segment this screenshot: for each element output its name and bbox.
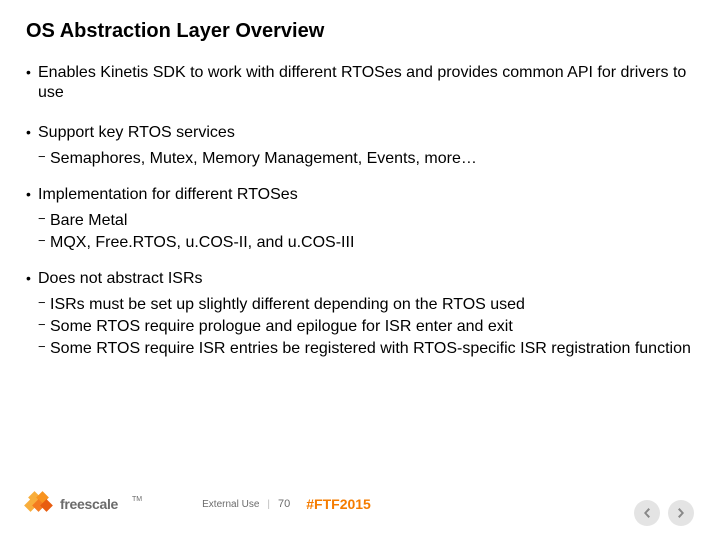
bullet-list: • Enables Kinetis SDK to work with diffe… bbox=[26, 63, 694, 359]
bullet-item: • Implementation for different RTOSes bbox=[26, 185, 694, 205]
freescale-icon bbox=[26, 493, 54, 515]
bullet-text: Support key RTOS services bbox=[38, 123, 694, 143]
sub-bullet: − Some RTOS require prologue and epilogu… bbox=[38, 317, 694, 337]
slide: OS Abstraction Layer Overview • Enables … bbox=[0, 0, 720, 540]
bullet-item: • Enables Kinetis SDK to work with diffe… bbox=[26, 63, 694, 103]
sub-marker: − bbox=[38, 317, 50, 337]
sub-text: ISRs must be set up slightly different d… bbox=[50, 295, 694, 315]
bullet-marker: • bbox=[26, 269, 38, 289]
nav-controls bbox=[634, 500, 694, 526]
sub-marker: − bbox=[38, 295, 50, 315]
sub-text: MQX, Free.RTOS, u.COS-II, and u.COS-III bbox=[50, 233, 694, 253]
bullet-text: Enables Kinetis SDK to work with differe… bbox=[38, 63, 694, 103]
next-button[interactable] bbox=[668, 500, 694, 526]
bullet-text: Does not abstract ISRs bbox=[38, 269, 694, 289]
page-number: 70 bbox=[278, 498, 290, 510]
footer-meta: External Use | 70 #FTF2015 bbox=[202, 496, 371, 512]
usage-label: External Use bbox=[202, 499, 259, 510]
sub-text: Some RTOS require prologue and epilogue … bbox=[50, 317, 694, 337]
hashtag: #FTF2015 bbox=[306, 496, 371, 512]
sub-text: Bare Metal bbox=[50, 211, 694, 231]
bullet-marker: • bbox=[26, 185, 38, 205]
chevron-left-icon bbox=[642, 508, 652, 518]
bullet-item: • Does not abstract ISRs bbox=[26, 269, 694, 289]
bullet-item: • Support key RTOS services bbox=[26, 123, 694, 143]
sub-marker: − bbox=[38, 233, 50, 253]
bullet-marker: • bbox=[26, 63, 38, 103]
chevron-right-icon bbox=[676, 508, 686, 518]
brand-logo: freescale TM bbox=[26, 493, 142, 515]
slide-title: OS Abstraction Layer Overview bbox=[26, 20, 694, 43]
sub-bullet: − Semaphores, Mutex, Memory Management, … bbox=[38, 149, 694, 169]
sub-marker: − bbox=[38, 339, 50, 359]
bullet-text: Implementation for different RTOSes bbox=[38, 185, 694, 205]
sub-marker: − bbox=[38, 211, 50, 231]
prev-button[interactable] bbox=[634, 500, 660, 526]
divider: | bbox=[267, 499, 270, 510]
sub-marker: − bbox=[38, 149, 50, 169]
brand-text: freescale bbox=[60, 496, 118, 512]
sub-text: Some RTOS require ISR entries be registe… bbox=[50, 339, 694, 359]
sub-bullet: − MQX, Free.RTOS, u.COS-II, and u.COS-II… bbox=[38, 233, 694, 253]
footer: freescale TM External Use | 70 #FTF2015 bbox=[26, 486, 694, 522]
sub-bullet: − Some RTOS require ISR entries be regis… bbox=[38, 339, 694, 359]
bullet-marker: • bbox=[26, 123, 38, 143]
sub-bullet: − Bare Metal bbox=[38, 211, 694, 231]
trademark: TM bbox=[132, 496, 142, 503]
sub-text: Semaphores, Mutex, Memory Management, Ev… bbox=[50, 149, 694, 169]
sub-bullet: − ISRs must be set up slightly different… bbox=[38, 295, 694, 315]
